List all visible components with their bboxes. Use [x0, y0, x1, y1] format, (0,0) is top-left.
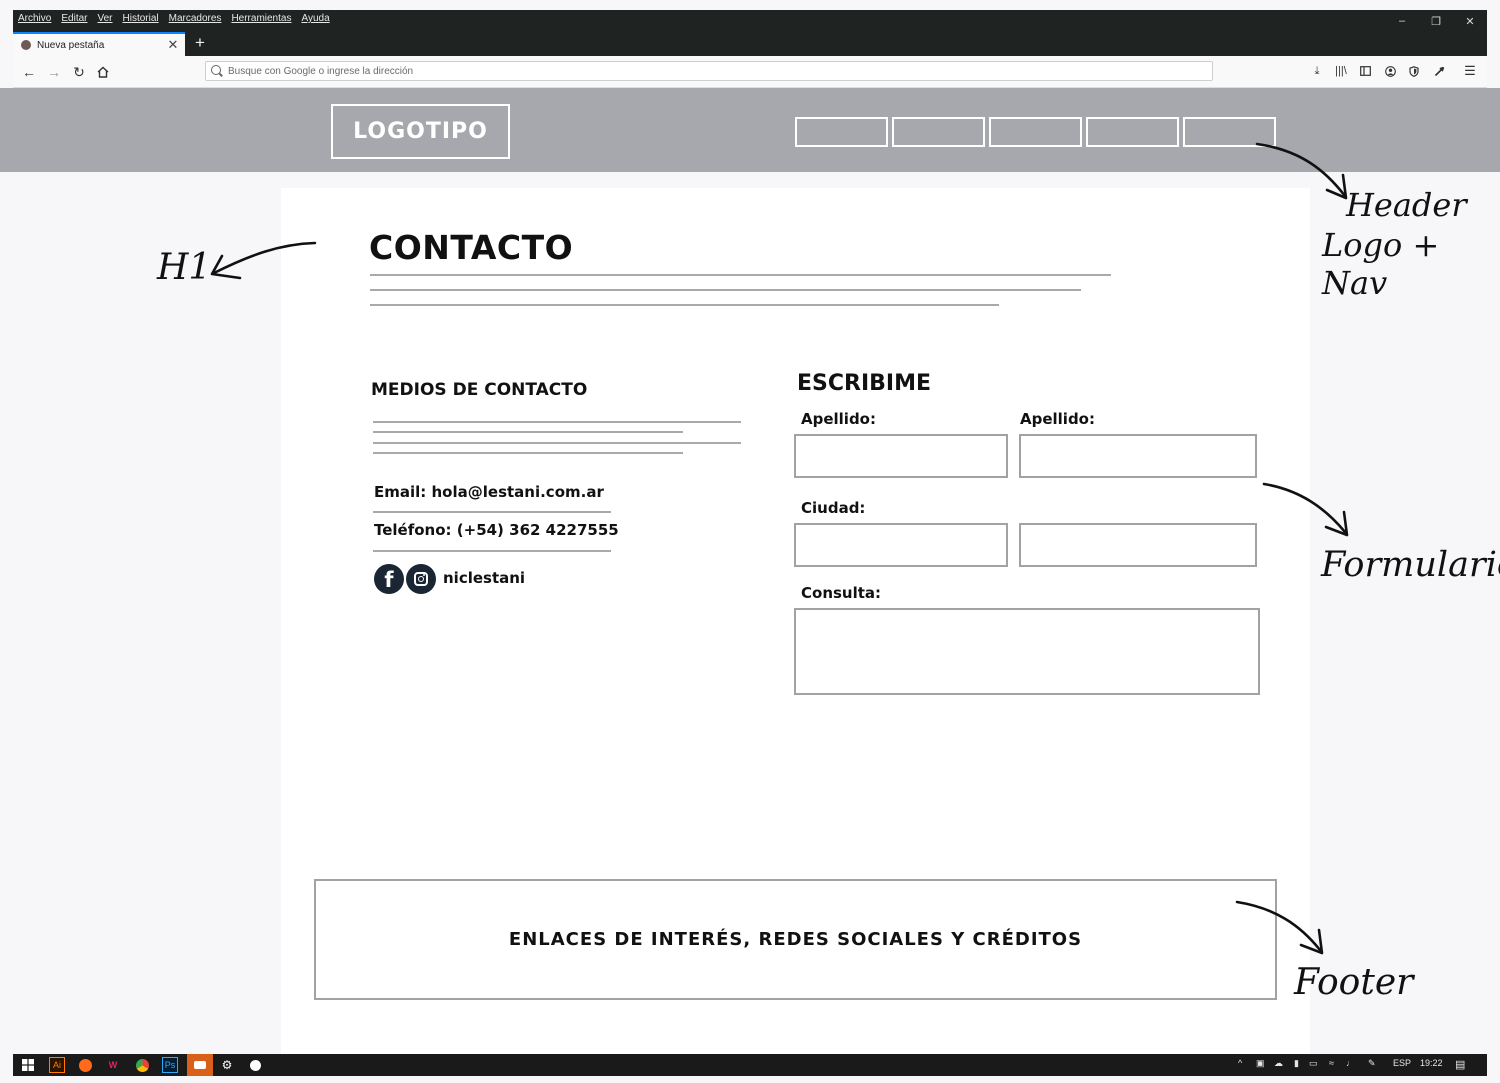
onedrive-icon[interactable]: ☁	[1274, 1058, 1283, 1069]
illustrator-icon[interactable]: Ai	[49, 1057, 65, 1073]
volume-icon[interactable]: ♩	[1346, 1058, 1355, 1068]
annotation-header: Header	[1346, 186, 1467, 224]
tray-device-icon[interactable]: ▣	[1256, 1058, 1265, 1069]
clock[interactable]: 19:22	[1420, 1058, 1443, 1068]
photoshop-icon[interactable]: Ps	[162, 1057, 178, 1073]
app-circle-icon[interactable]	[247, 1057, 263, 1073]
pen-icon[interactable]: ✎	[1368, 1058, 1376, 1069]
microphone-icon[interactable]: ▮	[1294, 1058, 1299, 1069]
arrow-form	[1262, 482, 1347, 534]
annotation-logo-nav: Logo + Nav	[1322, 226, 1440, 302]
chrome-icon[interactable]	[134, 1057, 150, 1073]
app-icon[interactable]: W	[105, 1057, 121, 1073]
notifications-icon[interactable]: ▤	[1455, 1058, 1465, 1071]
annotation-h1: H1	[157, 247, 212, 288]
zoom-icon[interactable]	[187, 1054, 213, 1076]
annotation-arrows	[210, 142, 1349, 955]
taskbar: Ai W Ps ⚙ ^ ▣ ☁ ▮ ▭ ≈ ♩ ✎ ESP 19:22 ▤	[13, 1054, 1487, 1076]
tray-chevron-icon[interactable]: ^	[1238, 1058, 1242, 1068]
windows-start-icon[interactable]	[20, 1057, 36, 1073]
annotation-footer: Footer	[1294, 962, 1414, 1003]
arrow-footer	[1235, 900, 1322, 952]
arrow-h1	[212, 241, 317, 275]
arrow-header	[1255, 142, 1347, 198]
annotation-formulario: Formulario	[1321, 545, 1500, 585]
settings-gear-icon[interactable]: ⚙	[219, 1057, 235, 1073]
language-indicator[interactable]: ESP	[1393, 1058, 1411, 1068]
wifi-icon[interactable]: ≈	[1329, 1058, 1334, 1068]
firefox-icon[interactable]	[77, 1057, 93, 1073]
battery-icon[interactable]: ▭	[1309, 1058, 1318, 1069]
